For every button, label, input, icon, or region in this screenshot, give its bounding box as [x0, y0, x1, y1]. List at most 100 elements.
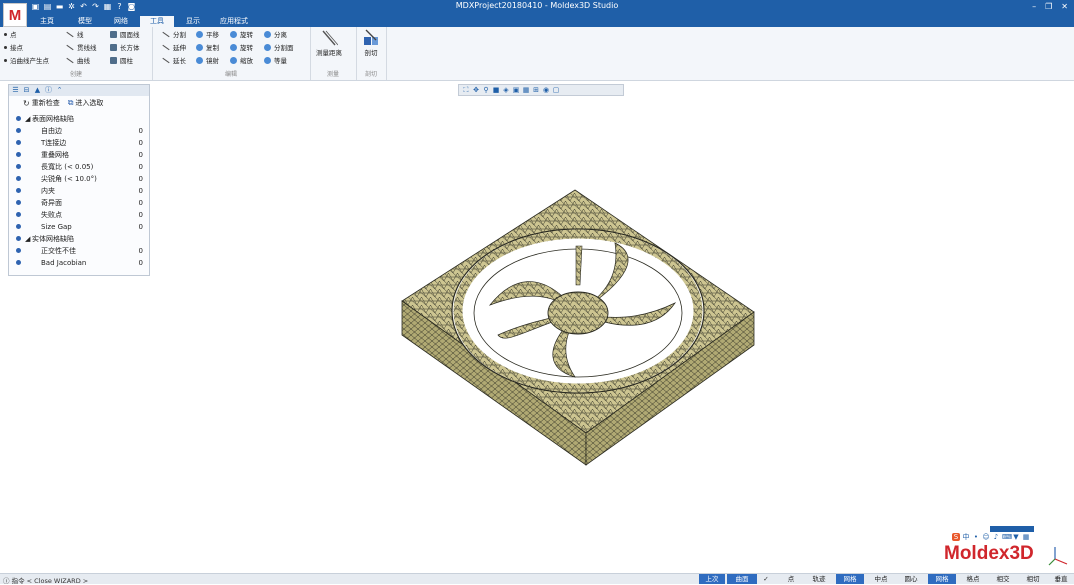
axis-triad-icon	[1048, 547, 1068, 566]
status-bar: ⓘ 指令 < Close WIZARD > 上次 曲面 ✓ 点 轨迹 网格 中点…	[0, 573, 1074, 585]
list-item[interactable]: 重叠网格 0	[9, 149, 149, 160]
list-item[interactable]: 自由边 0	[9, 125, 149, 136]
eye-visibility-icon[interactable]: ◉	[542, 86, 550, 94]
translate-button[interactable]: 平移	[196, 29, 219, 39]
lengthen-button[interactable]: 延长	[162, 55, 186, 65]
list-item[interactable]: T连接边 0	[9, 137, 149, 148]
expand-icon[interactable]: ◢	[25, 235, 30, 243]
tab-applications[interactable]: 应用程式	[212, 16, 256, 27]
punctuation-icon[interactable]: •	[972, 533, 980, 541]
emoji-icon[interactable]: ☺	[982, 533, 990, 541]
ime-logo-icon[interactable]: S	[952, 533, 960, 541]
tree-icon[interactable]: ☰	[11, 86, 20, 95]
create-box-button[interactable]: 长方体	[110, 42, 140, 52]
scale-button[interactable]: 缩放	[230, 55, 253, 65]
list-item[interactable]: 長寬比 (< 0.05) 0	[9, 161, 149, 172]
mesh-check-panel: ☰ ⊟ ▲ ⓘ ⌃ ↻ 重新检查 ⧉ 进入选取 ◢ 表面网格缺陷 自由边 0 T连接…	[8, 84, 150, 276]
display-layers-icon[interactable]: ▣	[512, 86, 520, 94]
list-item[interactable]: 正交性不佳 0	[9, 245, 149, 256]
close-button[interactable]: ✕	[1061, 2, 1068, 11]
microphone-icon[interactable]: ♪	[992, 533, 1000, 541]
list-item[interactable]: Size Gap 0	[9, 221, 149, 232]
section-cut-button[interactable]: 剖切	[362, 29, 380, 57]
extend-button[interactable]: 延伸	[162, 42, 186, 52]
properties-icon[interactable]: ⊟	[22, 86, 31, 95]
extend-icon	[162, 44, 170, 50]
list-item[interactable]: 内夹 0	[9, 185, 149, 196]
radio-icon[interactable]	[16, 152, 21, 157]
pick-button[interactable]: ⧉ 进入选取	[68, 98, 104, 108]
radio-icon[interactable]	[16, 236, 21, 241]
tab-display[interactable]: 显示	[178, 16, 208, 27]
axes-icon[interactable]: ⊞	[532, 86, 540, 94]
equal-button[interactable]: 等量	[264, 55, 287, 65]
split-face-button[interactable]: 分割面	[264, 42, 294, 52]
list-item[interactable]: 奇异面 0	[9, 197, 149, 208]
rotate-button[interactable]: 旋转	[230, 29, 253, 39]
toolbox-icon[interactable]: ▦	[1022, 533, 1030, 541]
split-button[interactable]: 分割	[162, 29, 186, 39]
collapse-icon[interactable]: ⌃	[55, 86, 64, 95]
create-arc-button[interactable]: 圆面线	[110, 29, 140, 39]
radio-icon[interactable]	[16, 128, 21, 133]
tab-model[interactable]: 模型	[70, 16, 100, 27]
ribbon-caption-cut: 剖切	[364, 71, 377, 78]
points-along-curve-button[interactable]: 沿曲线产生点	[4, 55, 49, 65]
title-bar: ▣ ▤ ▬ ✲ ↶ ↷ ▦ ? ◙ MDXProject20180410 - M…	[0, 0, 1074, 15]
radio-icon[interactable]	[16, 248, 21, 253]
shirt-skin-icon[interactable]: ▼	[1012, 533, 1020, 541]
radio-icon[interactable]	[16, 140, 21, 145]
create-node-button[interactable]: 接点	[4, 42, 23, 52]
zoom-icon[interactable]: ⚲	[482, 86, 490, 94]
lengthen-icon	[162, 57, 170, 63]
restore-button[interactable]: ❐	[1045, 2, 1052, 11]
create-curve-button[interactable]: 曲线	[66, 55, 90, 65]
info-icon[interactable]: ⓘ	[44, 86, 53, 95]
check-flask-icon[interactable]: ▲	[33, 86, 42, 95]
ribbon-group-create: 点 线 圆面线 接点 贯线线 长方体 沿曲线产生点 曲线 圆柱 创建	[0, 27, 153, 80]
shading-mode-icon[interactable]: ■	[492, 86, 500, 94]
create-polyline-button[interactable]: 贯线线	[66, 42, 97, 52]
create-line-button[interactable]: 线	[66, 29, 84, 39]
list-item[interactable]: Bad Jacobian 0	[9, 257, 149, 268]
radio-icon[interactable]	[16, 224, 21, 229]
list-item[interactable]: 尖锐角 (< 10.0°) 0	[9, 173, 149, 184]
pan-icon[interactable]: ✥	[472, 86, 480, 94]
radio-icon[interactable]	[16, 200, 21, 205]
detach-button[interactable]: 分离	[264, 29, 287, 39]
create-cylinder-button[interactable]: 圆柱	[110, 55, 133, 65]
radio-icon[interactable]	[16, 116, 21, 121]
fit-view-icon[interactable]: ⛶	[462, 86, 470, 94]
ime-lang[interactable]: 中	[962, 533, 970, 541]
create-point-button[interactable]: 点	[4, 29, 17, 39]
grid-icon[interactable]: ▦	[522, 86, 530, 94]
app-logo[interactable]: M	[3, 3, 27, 27]
fan-mesh-model[interactable]	[390, 185, 764, 469]
radio-icon[interactable]	[16, 164, 21, 169]
list-item[interactable]: 失败点 0	[9, 209, 149, 220]
radio-icon[interactable]	[16, 188, 21, 193]
group-solid-defects[interactable]: ◢ 实体网格缺陷	[9, 233, 149, 244]
mirror-button[interactable]: 镜射	[196, 55, 219, 65]
info-icon: ⓘ	[3, 577, 12, 585]
window-icon[interactable]: ▢	[552, 86, 560, 94]
ribbon-tabs: 主頁 模型 网络 工具 显示 应用程式	[0, 15, 1074, 27]
mirror-icon	[196, 56, 203, 64]
tab-tools[interactable]: 工具	[140, 16, 174, 27]
tab-home[interactable]: 主頁	[32, 16, 62, 27]
minimize-button[interactable]: –	[1032, 2, 1036, 11]
group-surface-defects[interactable]: ◢ 表面网格缺陷	[9, 113, 149, 124]
radio-icon[interactable]	[16, 212, 21, 217]
radio-icon[interactable]	[16, 260, 21, 265]
keyboard-icon[interactable]: ⌨	[1002, 533, 1012, 541]
view-cube-icon[interactable]: ◈	[502, 86, 510, 94]
recheck-button[interactable]: ↻ 重新检查	[23, 98, 60, 108]
radio-icon[interactable]	[16, 176, 21, 181]
node-icon	[4, 45, 7, 49]
tab-mesh[interactable]: 网络	[106, 16, 136, 27]
rotate-copy-icon	[230, 43, 237, 51]
measure-distance-button[interactable]: 测量距离	[316, 29, 342, 57]
expand-icon[interactable]: ◢	[25, 115, 30, 123]
copy-button[interactable]: 复制	[196, 42, 219, 52]
rotate-copy-button[interactable]: 旋转	[230, 42, 253, 52]
